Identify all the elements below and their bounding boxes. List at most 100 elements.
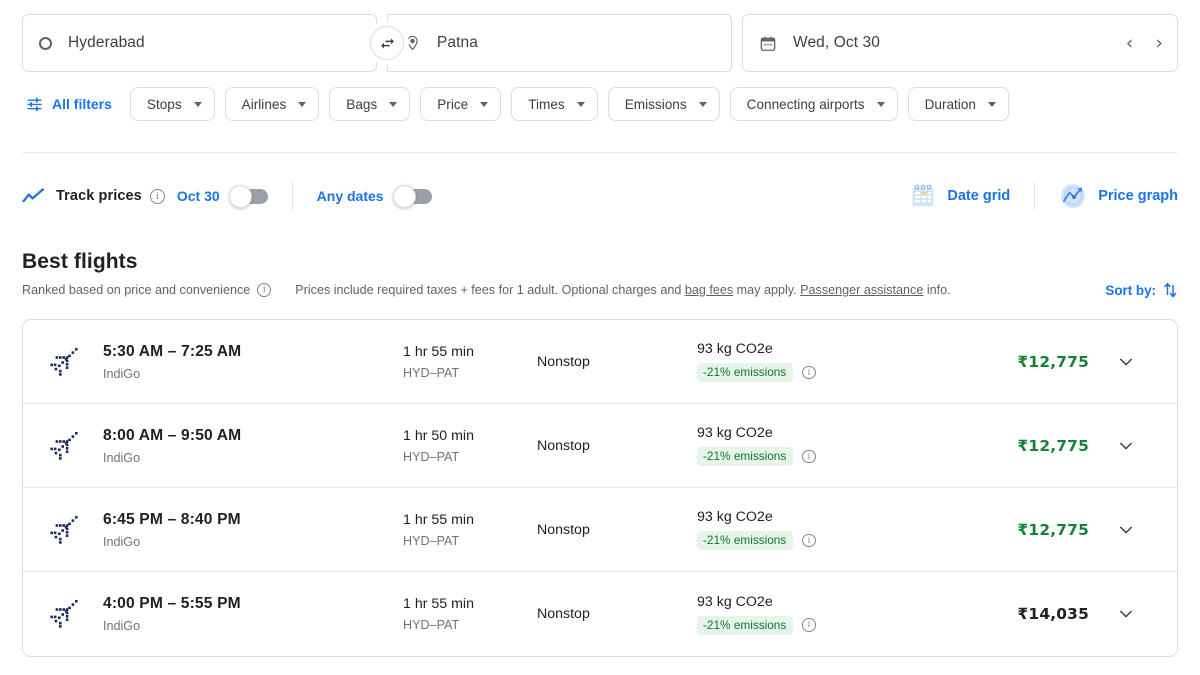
emissions-value: 93 kg CO2e xyxy=(697,341,773,357)
flight-search-page: Hyderabad Patna Wed, Oct 30 ‹ › All filt… xyxy=(0,0,1200,675)
filter-chip-connecting-airports[interactable]: Connecting airports xyxy=(729,87,898,121)
status-badge: -21% emissions xyxy=(697,363,794,382)
origin-field[interactable]: Hyderabad xyxy=(22,14,377,72)
price-graph-button[interactable]: Price graph xyxy=(1059,182,1178,210)
chevron-down-icon xyxy=(987,101,996,107)
chevron-down-icon xyxy=(298,101,307,107)
date-grid-button[interactable]: Date grid xyxy=(910,183,1010,209)
price-graph-label: Price graph xyxy=(1098,188,1178,204)
chip-label: Duration xyxy=(924,96,976,112)
stops-cell: Nonstop xyxy=(537,521,590,538)
flight-results-list: 5:30 AM – 7:25 AM IndiGo 1 hr 55 min HYD… xyxy=(22,319,1178,657)
table-row[interactable]: 6:45 PM – 8:40 PM IndiGo 1 hr 55 min HYD… xyxy=(23,488,1177,572)
expand-flight-button[interactable] xyxy=(1097,521,1155,539)
flight-times-cell: 5:30 AM – 7:25 AM IndiGo xyxy=(103,343,403,381)
track-date-toggle[interactable] xyxy=(228,184,268,208)
filter-chip-duration[interactable]: Duration xyxy=(907,87,1009,121)
flight-times: 4:00 PM – 5:55 PM xyxy=(103,595,241,612)
chevron-down-icon xyxy=(1120,610,1132,618)
chevron-down-icon xyxy=(698,101,707,107)
info-icon[interactable]: i xyxy=(149,188,165,204)
track-date-label: Oct 30 xyxy=(176,188,220,204)
emissions-badge-row: -21% emissions i xyxy=(697,531,951,550)
flight-times: 5:30 AM – 7:25 AM xyxy=(103,342,242,360)
emissions-value: 93 kg CO2e xyxy=(697,509,773,525)
expand-flight-button[interactable] xyxy=(1097,353,1155,371)
indigo-logo-icon xyxy=(50,431,78,460)
vertical-divider xyxy=(291,182,293,210)
info-icon[interactable]: i xyxy=(802,365,816,380)
stops-cell: Nonstop xyxy=(537,353,590,370)
emissions-cell: 93 kg CO2e -21% emissions i xyxy=(697,509,951,550)
passenger-assistance-link[interactable]: Passenger assistance xyxy=(800,283,923,297)
indigo-logo-icon xyxy=(50,347,78,376)
flight-times: 6:45 PM – 8:40 PM xyxy=(103,510,241,528)
expand-flight-button[interactable] xyxy=(1097,605,1155,623)
track-prices-bar: Track prices i Oct 30 Any dates Date gri… xyxy=(22,178,1178,214)
table-row[interactable]: 5:30 AM – 7:25 AM IndiGo 1 hr 55 min HYD… xyxy=(23,320,1177,404)
prices-note-pre: Prices include required taxes + fees for… xyxy=(295,283,685,297)
chevron-down-icon xyxy=(576,101,585,107)
status-badge: -21% emissions xyxy=(697,615,794,635)
stops-cell: Nonstop xyxy=(537,437,590,454)
sort-arrows-icon xyxy=(1163,281,1178,299)
duration-cell: 1 hr 55 min HYD–PAT xyxy=(403,344,537,380)
best-flights-heading: Best flights xyxy=(22,250,138,273)
flight-price: ₹12,775 xyxy=(1017,520,1089,539)
date-nav-group: ‹ › xyxy=(1126,15,1163,71)
airline-name: IndiGo xyxy=(103,366,141,381)
prices-note-post: info. xyxy=(923,283,951,297)
flight-price: ₹14,035 xyxy=(1017,605,1089,623)
next-date-button[interactable]: › xyxy=(1155,33,1163,53)
flight-times-cell: 4:00 PM – 5:55 PM IndiGo xyxy=(103,595,403,633)
filter-chip-times[interactable]: Times xyxy=(511,87,598,121)
chip-label: Emissions xyxy=(624,96,687,112)
filter-chip-emissions[interactable]: Emissions xyxy=(607,87,720,121)
chip-label: Price xyxy=(437,96,469,112)
emissions-badge-row: -21% emissions i xyxy=(697,615,951,635)
flight-times: 8:00 AM – 9:50 AM xyxy=(103,426,242,444)
info-icon[interactable]: i xyxy=(802,618,816,632)
prices-note-mid: may apply. xyxy=(733,283,801,297)
info-icon[interactable]: i xyxy=(802,449,816,464)
sort-by-button[interactable]: Sort by: xyxy=(1105,281,1178,299)
flight-route: HYD–PAT xyxy=(403,449,460,464)
emissions-cell: 93 kg CO2e -21% emissions i xyxy=(697,594,951,635)
vertical-divider xyxy=(1034,182,1036,210)
expand-flight-button[interactable] xyxy=(1097,437,1155,455)
all-filters-button[interactable]: All filters xyxy=(22,96,112,113)
filter-chips-bar: All filters Stops Airlines Bags Price Ti… xyxy=(22,86,1019,122)
table-row[interactable]: 4:00 PM – 5:55 PM IndiGo 1 hr 55 min HYD… xyxy=(23,572,1177,656)
destination-field[interactable]: Patna xyxy=(386,14,732,72)
search-bar: Hyderabad Patna Wed, Oct 30 ‹ › xyxy=(22,14,1178,72)
chevron-down-icon xyxy=(480,101,489,107)
info-icon[interactable]: i xyxy=(802,533,816,548)
info-icon[interactable]: i xyxy=(257,283,272,297)
swap-button[interactable] xyxy=(370,26,404,60)
trending-line-icon xyxy=(22,187,45,202)
date-field[interactable]: Wed, Oct 30 ‹ › xyxy=(742,14,1178,72)
destination-value: Patna xyxy=(436,34,478,51)
chip-label: Times xyxy=(528,96,565,112)
flight-route: HYD–PAT xyxy=(403,365,460,380)
chip-label: Airlines xyxy=(241,96,287,112)
chevron-down-icon xyxy=(876,101,885,107)
bag-fees-link[interactable]: bag fees xyxy=(685,283,733,297)
airline-logo-cell xyxy=(47,429,103,463)
filter-chip-price[interactable]: Price xyxy=(420,87,502,121)
origin-destination-group: Hyderabad Patna xyxy=(22,14,732,72)
emissions-cell: 93 kg CO2e -21% emissions i xyxy=(697,341,951,382)
emissions-badge-row: -21% emissions i xyxy=(697,363,951,382)
filter-chip-bags[interactable]: Bags xyxy=(329,87,411,121)
airline-logo-cell xyxy=(47,345,103,379)
sort-by-label: Sort by: xyxy=(1105,282,1156,298)
airline-logo-cell xyxy=(47,513,103,547)
airline-name: IndiGo xyxy=(103,619,141,633)
any-dates-toggle[interactable] xyxy=(392,184,432,208)
filter-chip-airlines[interactable]: Airlines xyxy=(224,87,320,121)
filter-chip-stops[interactable]: Stops xyxy=(129,87,215,121)
any-dates-label: Any dates xyxy=(316,188,384,204)
chip-label: Stops xyxy=(146,96,182,112)
table-row[interactable]: 8:00 AM – 9:50 AM IndiGo 1 hr 50 min HYD… xyxy=(23,404,1177,488)
previous-date-button[interactable]: ‹ xyxy=(1126,33,1134,53)
